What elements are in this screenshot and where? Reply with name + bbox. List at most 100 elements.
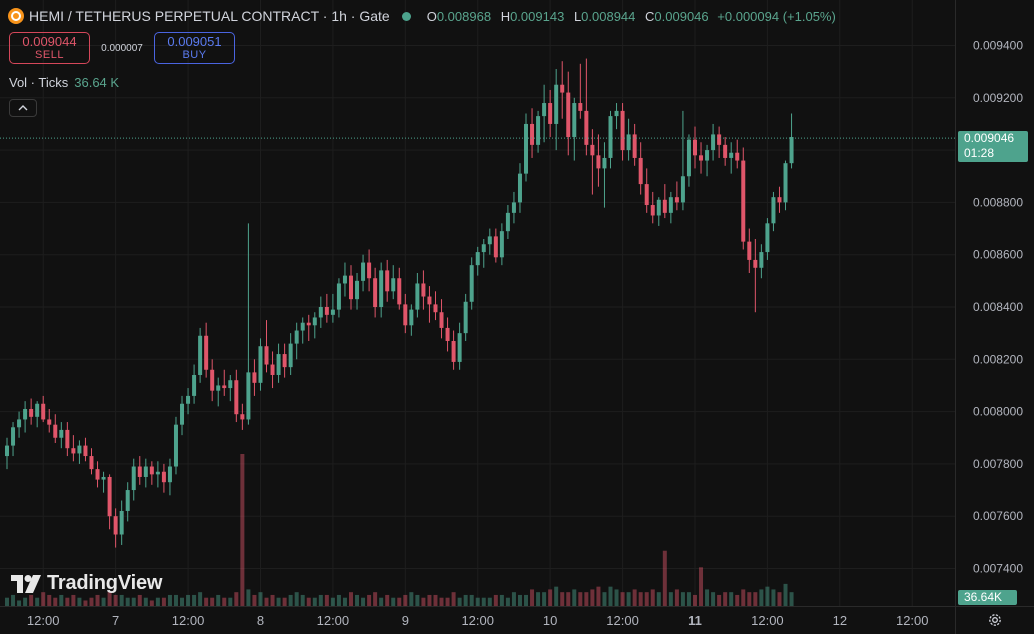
candle-body (415, 283, 420, 310)
candle-body (83, 445, 88, 457)
candle-body (180, 403, 185, 425)
candle-body (723, 144, 728, 158)
candle-body (572, 103, 577, 138)
hemi-logo-icon (8, 8, 24, 24)
time-axis[interactable]: 12:00 7 12:00 8 12:00 9 12:00 10 12:00 11 12:00 12 1… (27, 613, 929, 628)
volume-bar (632, 589, 637, 606)
buy-button[interactable]: 0.009051 BUY (154, 32, 235, 64)
candle-body (505, 212, 510, 232)
price-change: +0.000094 (+1.05%) (717, 8, 836, 24)
candle-body (336, 283, 341, 310)
candle-body (53, 424, 58, 438)
ohlc-high-value: 0.009143 (510, 8, 565, 24)
volume-bar (397, 597, 402, 606)
volume-bar (23, 597, 28, 606)
collapse-legend-button[interactable] (9, 99, 37, 117)
candle-body (173, 424, 178, 467)
volume-bar (5, 597, 9, 606)
volume-bar (210, 597, 215, 606)
candle-body (789, 137, 794, 164)
candle-body (427, 296, 432, 305)
candlestick-chart[interactable]: 0.0094000.0092000.0090000.0088000.008600… (0, 0, 1034, 634)
candle-body (662, 199, 667, 213)
volume-bar (312, 597, 317, 606)
volume-bar (536, 592, 541, 606)
volume-bar (65, 597, 70, 606)
candle-body (711, 134, 716, 151)
time-tick-label: 9 (402, 613, 409, 628)
price-axis[interactable]: 0.0094000.0092000.0090000.0088000.008600… (973, 39, 1023, 576)
time-tick-label: 12:00 (461, 613, 494, 628)
candle-body (536, 116, 541, 145)
volume-bar (692, 594, 697, 606)
volume-bar (578, 592, 583, 606)
candle-body (216, 385, 221, 391)
volume-bar (765, 586, 770, 606)
candle-body (210, 369, 215, 391)
ohlc-open-value: 0.008968 (436, 8, 492, 24)
volume-bar (783, 583, 788, 606)
volume-bar (71, 594, 76, 606)
volume-bar (29, 594, 34, 606)
tradingview-logo[interactable]: TradingView (11, 572, 162, 595)
candle-body (421, 283, 426, 297)
candle-body (131, 466, 136, 491)
volume-bar (119, 594, 124, 606)
candle-body (729, 152, 734, 158)
volume-bar (288, 594, 293, 606)
candle-body (107, 476, 112, 517)
candle-body (620, 110, 625, 151)
volume-bar (572, 589, 577, 606)
candle-body (481, 244, 486, 253)
candle-body (246, 372, 251, 420)
price-tick-label: 0.008200 (973, 352, 1023, 366)
candle-body (113, 516, 118, 535)
sell-button[interactable]: 0.009044 SELL (9, 32, 90, 64)
price-tick-label: 0.008800 (973, 195, 1023, 209)
volume-bar (361, 597, 366, 606)
candle-body (753, 259, 758, 268)
candle-body (41, 403, 46, 420)
volume-bar (149, 600, 154, 606)
ohlc-high-key: H (500, 8, 511, 24)
volume-bar (324, 594, 329, 606)
candle-body (554, 84, 559, 124)
candle-body (355, 280, 360, 300)
candle-body (240, 414, 245, 420)
volume-bar (662, 550, 667, 606)
volume-bar (216, 594, 221, 606)
candle-body (699, 155, 704, 161)
candle-body (469, 265, 474, 302)
volume-bar (542, 592, 547, 606)
time-tick-label: 12:00 (751, 613, 784, 628)
candle-body (161, 471, 166, 483)
buy-price: 0.009051 (167, 34, 222, 49)
candle-body (11, 427, 16, 446)
trade-panel: 0.009044 SELL 0.000007 0.009051 BUY (9, 32, 235, 64)
candle-body (228, 380, 233, 389)
volume-bar (131, 597, 136, 606)
volume-bar (723, 592, 728, 606)
candle-body (457, 333, 462, 362)
volume-legend[interactable]: Vol · Ticks 36.64 K (9, 75, 119, 90)
gear-icon[interactable] (984, 610, 1006, 630)
candle-body (59, 429, 64, 438)
price-tick-label: 0.008600 (973, 248, 1023, 262)
candle-body (397, 278, 402, 305)
candle-body (644, 184, 649, 206)
candle-body (348, 275, 353, 300)
volume-bar (457, 597, 462, 606)
candle-body (300, 322, 305, 331)
price-tick-label: 0.007800 (973, 457, 1023, 471)
volume-bar (668, 592, 673, 606)
volume-bar (614, 589, 619, 606)
volume-bar (348, 592, 353, 606)
symbol-header[interactable]: HEMI / TETHERUS PERPETUAL CONTRACT · 1h … (8, 6, 836, 26)
volume-bar (680, 592, 685, 606)
time-tick-label: 12 (833, 613, 847, 628)
candle-body (125, 490, 130, 511)
candle-body (318, 307, 323, 318)
volume-bar (252, 594, 257, 606)
symbol-title[interactable]: HEMI / TETHERUS PERPETUAL CONTRACT · 1h … (29, 8, 390, 24)
candle-body (783, 163, 788, 203)
